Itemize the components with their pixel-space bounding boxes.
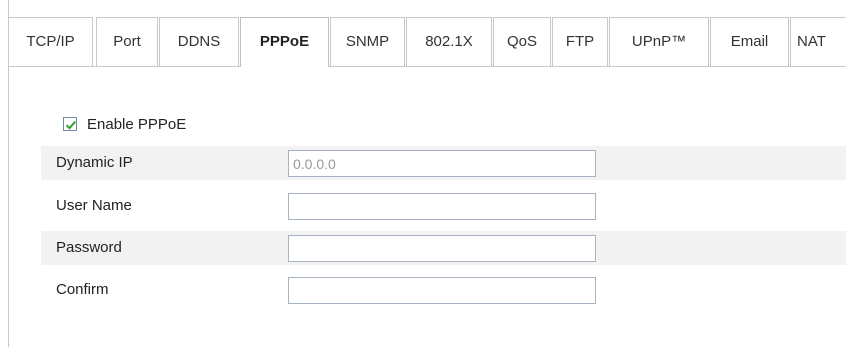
tab-snmp[interactable]: SNMP bbox=[330, 17, 405, 66]
tab-bar: TCP/IP Port DDNS PPPoE SNMP 802.1X QoS F… bbox=[8, 17, 846, 67]
user-name-field[interactable] bbox=[288, 193, 596, 220]
tab-nat[interactable]: NAT bbox=[790, 17, 846, 66]
tab-upnp[interactable]: UPnP™ bbox=[609, 17, 709, 66]
dynamic-ip-field bbox=[288, 150, 596, 177]
enable-pppoe-checkbox[interactable] bbox=[63, 117, 77, 131]
tab-tcpip[interactable]: TCP/IP bbox=[8, 17, 93, 66]
tab-qos[interactable]: QoS bbox=[493, 17, 551, 66]
tab-pppoe[interactable]: PPPoE bbox=[240, 17, 329, 67]
tab-ftp[interactable]: FTP bbox=[552, 17, 608, 66]
tab-ddns[interactable]: DDNS bbox=[159, 17, 239, 66]
confirm-label: Confirm bbox=[56, 281, 109, 298]
password-field[interactable] bbox=[288, 235, 596, 262]
row-confirm: Confirm bbox=[41, 273, 846, 307]
user-name-label: User Name bbox=[56, 197, 132, 214]
password-label: Password bbox=[56, 239, 122, 256]
row-user-name: User Name bbox=[41, 189, 846, 223]
enable-pppoe-control[interactable]: Enable PPPoE bbox=[63, 114, 186, 134]
dynamic-ip-label: Dynamic IP bbox=[56, 154, 133, 171]
row-dynamic-ip: Dynamic IP bbox=[41, 146, 846, 180]
tab-email[interactable]: Email bbox=[710, 17, 789, 66]
confirm-password-field[interactable] bbox=[288, 277, 596, 304]
tab-8021x[interactable]: 802.1X bbox=[406, 17, 492, 66]
check-mark-icon bbox=[65, 120, 76, 130]
enable-pppoe-label: Enable PPPoE bbox=[87, 115, 187, 133]
tab-port[interactable]: Port bbox=[96, 17, 158, 66]
row-password: Password bbox=[41, 231, 846, 265]
